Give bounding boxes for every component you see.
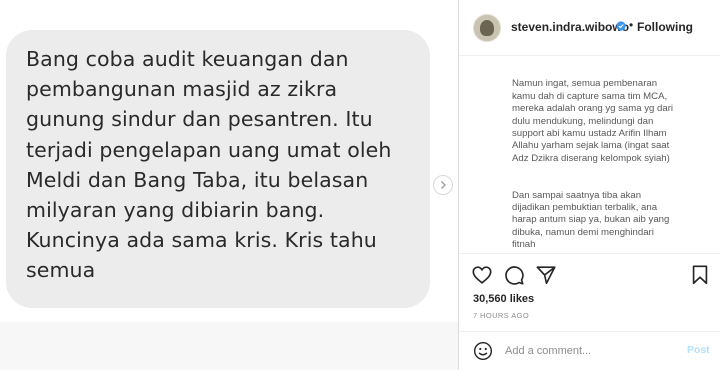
heart-icon[interactable]: [471, 264, 493, 286]
chat-message-text: Bang coba audit keuangan dan pembangunan…: [26, 47, 392, 283]
header-separator: •: [629, 18, 634, 32]
emoji-icon[interactable]: [473, 341, 493, 361]
post-timestamp[interactable]: 7 HOURS AGO: [473, 311, 529, 320]
chevron-right-icon: [441, 181, 446, 189]
comment-bar: Post: [459, 331, 720, 370]
caption-paragraph: Namun ingat, semua pembenaran kamu dah d…: [512, 78, 674, 164]
image-background-strip: [0, 322, 458, 370]
verified-badge-icon: [616, 21, 626, 31]
post-caption: Namun ingat, semua pembenaran kamu dah d…: [512, 66, 712, 276]
chat-bubble: Bang coba audit keuangan dan pembangunan…: [6, 30, 430, 308]
caption-paragraph: Dan sampai saatnya tiba akan dijadikan p…: [512, 189, 670, 251]
likes-count[interactable]: 30,560 likes: [473, 293, 534, 305]
post-header: steven.indra.wibowo • Following: [459, 0, 720, 56]
following-button[interactable]: Following: [637, 20, 693, 34]
next-image-button[interactable]: [433, 175, 453, 195]
post-comment-button[interactable]: Post: [687, 344, 710, 356]
post-side-panel: steven.indra.wibowo • Following Namun in…: [458, 0, 720, 370]
post-image: Bang coba audit keuangan dan pembangunan…: [0, 0, 458, 370]
avatar[interactable]: [473, 14, 501, 42]
comment-input[interactable]: [505, 343, 675, 359]
avatar-figure: [480, 20, 494, 36]
username-link[interactable]: steven.indra.wibowo: [511, 20, 629, 34]
bookmark-icon[interactable]: [689, 264, 711, 286]
comment-icon[interactable]: [503, 264, 525, 286]
share-icon[interactable]: [535, 264, 557, 286]
